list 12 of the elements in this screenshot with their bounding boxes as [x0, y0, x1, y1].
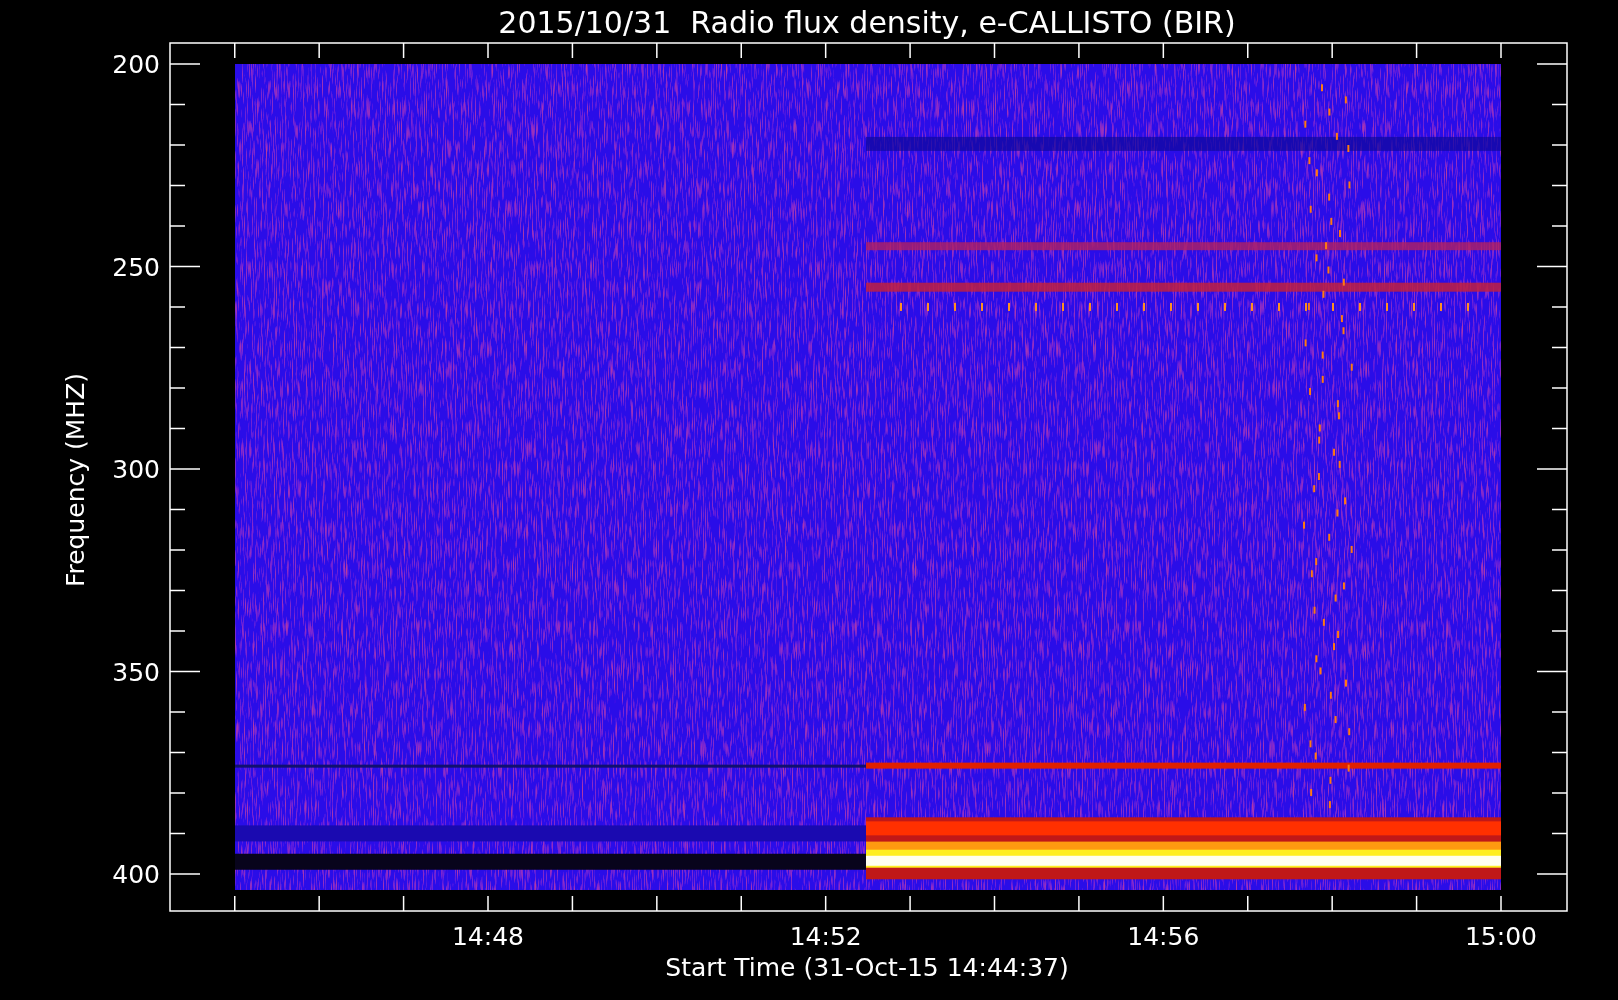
x-tick-label: 14:48	[452, 922, 524, 951]
chart-title: 2015/10/31 Radio flux density, e-CALLISTO (BIR)	[498, 5, 1236, 40]
y-tick-label: 250	[112, 252, 160, 282]
x-tick-label: 14:56	[1127, 922, 1200, 951]
x-tick-label: 15:00	[1465, 922, 1537, 951]
x-tick-label: 14:52	[789, 922, 862, 951]
y-tick-label: 400	[112, 860, 160, 889]
y-tick-label: 200	[112, 50, 160, 79]
y-tick-label: 300	[112, 455, 160, 484]
y-tick-label: 350	[112, 657, 160, 687]
y-axis-label: Frequency (MHZ)	[61, 372, 90, 588]
x-axis-label: Start Time (31-Oct-15 14:44:37)	[665, 953, 1069, 982]
